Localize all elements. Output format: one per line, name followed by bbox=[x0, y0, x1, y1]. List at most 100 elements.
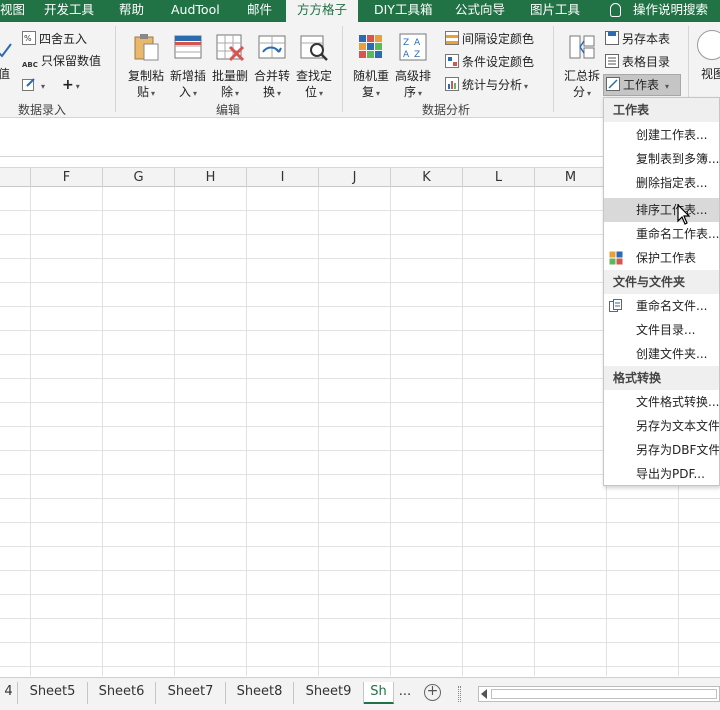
mouse-pointer-icon bbox=[677, 204, 691, 225]
advanced-sort-button[interactable]: Z A A Z 高级排 序 ▾ bbox=[391, 32, 435, 102]
tab-formula-wizard[interactable]: 公式向导 bbox=[455, 0, 505, 22]
tab-help[interactable]: 帮助 bbox=[119, 0, 144, 22]
grid-line bbox=[534, 187, 535, 676]
value-button-fragment[interactable]: 值 bbox=[0, 64, 10, 84]
sheet-tab[interactable]: Sheet9 bbox=[294, 682, 364, 704]
merge-convert-label-1: 合并转 bbox=[253, 69, 290, 83]
menu-item-save-as-dbf[interactable]: 另存为DBF文件 bbox=[604, 438, 719, 462]
menu-item-export-pdf[interactable]: 导出为PDF... bbox=[604, 462, 719, 485]
menu-item-file-format-convert[interactable]: 文件格式转换... bbox=[604, 390, 719, 414]
grid-line bbox=[318, 187, 319, 676]
tab-fangfang[interactable]: 方方格子 bbox=[286, 0, 358, 22]
summary-split-button[interactable]: 汇总拆 分 ▾ bbox=[560, 32, 604, 102]
grid-line bbox=[174, 187, 175, 676]
group-separator bbox=[115, 26, 116, 112]
sheet-tab[interactable]: Sheet5 bbox=[18, 682, 88, 704]
ribbon-tab-bar: 视图 开发工具 帮助 AudTool 邮件 方方格子 DIY工具箱 公式向导 图… bbox=[0, 0, 720, 22]
grid-line bbox=[246, 187, 247, 676]
worksheet-label: 工作表 bbox=[623, 78, 660, 92]
tell-me-search[interactable]: 操作说明搜索 bbox=[633, 0, 708, 22]
tab-picture-tools[interactable]: 图片工具 bbox=[530, 0, 580, 22]
column-header-i[interactable]: I bbox=[247, 168, 319, 187]
random-repeat-label-1: 随机重 bbox=[352, 69, 389, 83]
worksheet-icon bbox=[606, 77, 620, 91]
table-directory-button[interactable]: 表格目录 bbox=[605, 52, 670, 72]
round-label: 四舍五入 bbox=[39, 32, 88, 46]
group-label-data-entry: 数据录入 bbox=[18, 103, 67, 117]
lightbulb-icon bbox=[610, 3, 621, 17]
tab-splitter[interactable] bbox=[458, 686, 461, 702]
random-grid-icon bbox=[359, 35, 382, 58]
column-header-m[interactable]: M bbox=[535, 168, 607, 187]
tab-developer[interactable]: 开发工具 bbox=[44, 0, 94, 22]
sheet-tab[interactable]: Sheet6 bbox=[88, 682, 156, 704]
interval-color-button[interactable]: 间隔设定颜色 bbox=[445, 29, 534, 49]
sheet-tab-active[interactable]: Sh bbox=[364, 682, 394, 704]
summary-split-label-2: 分 bbox=[572, 85, 585, 99]
horizontal-scrollbar[interactable] bbox=[478, 686, 720, 702]
scrollbar-thumb[interactable] bbox=[491, 689, 717, 699]
menu-item-delete-sheets[interactable]: 删除指定表... bbox=[604, 171, 719, 195]
sheet-tab[interactable]: 4 bbox=[0, 682, 18, 704]
worksheet-menu: 工作表 创建工作表... 复制表到多簿... 删除指定表... 排序工作表...… bbox=[603, 97, 720, 486]
column-header-partial[interactable] bbox=[0, 168, 31, 187]
menu-item-protect-sheet[interactable]: 保护工作表 bbox=[604, 246, 719, 270]
menu-item-create-sheet[interactable]: 创建工作表... bbox=[604, 123, 719, 147]
column-header-f[interactable]: F bbox=[31, 168, 103, 187]
menu-item-rename-files[interactable]: 重命名文件... bbox=[604, 294, 719, 318]
condition-color-button[interactable]: 条件设定颜色 bbox=[445, 52, 534, 72]
insert-button[interactable]: 新增插 入 ▾ bbox=[166, 32, 210, 102]
add-sheet-icon[interactable]: + bbox=[424, 684, 441, 701]
worksheet-dropdown-button[interactable]: 工作表 ▾ bbox=[603, 74, 681, 96]
shield-icon bbox=[609, 251, 623, 265]
group-label-edit: 编辑 bbox=[216, 103, 241, 117]
summary-split-label-1: 汇总拆 bbox=[563, 69, 600, 83]
edit-dropdown-button[interactable]: ▾ bbox=[22, 75, 45, 95]
round-icon: % bbox=[22, 31, 36, 45]
column-header-k[interactable]: K bbox=[391, 168, 463, 187]
svg-text:%: % bbox=[24, 34, 32, 43]
column-header-g[interactable]: G bbox=[103, 168, 175, 187]
find-locate-label-1: 查找定 bbox=[295, 69, 332, 83]
svg-text:Z: Z bbox=[403, 38, 409, 48]
column-header-l[interactable]: L bbox=[463, 168, 535, 187]
find-locate-button[interactable]: 查找定 位 ▾ bbox=[292, 32, 336, 102]
sheet-more-button[interactable]: ... bbox=[396, 682, 414, 704]
svg-text:Z: Z bbox=[414, 50, 420, 60]
random-repeat-button[interactable]: 随机重 复 ▾ bbox=[349, 32, 393, 102]
column-header-h[interactable]: H bbox=[175, 168, 247, 187]
merge-convert-button[interactable]: 合并转 换 ▾ bbox=[250, 32, 294, 102]
view-button[interactable]: 视图 bbox=[701, 64, 720, 84]
sort-az-icon: Z A A Z bbox=[399, 33, 427, 61]
find-magnifier-icon bbox=[300, 35, 328, 61]
keep-values-button[interactable]: ABC 只保留数值 bbox=[22, 51, 101, 71]
svg-text:A: A bbox=[414, 38, 421, 48]
menu-item-copy-to-workbooks[interactable]: 复制表到多簿... bbox=[604, 147, 719, 171]
menu-item-rename-sheets[interactable]: 重命名工作表... bbox=[604, 222, 719, 246]
grid-line bbox=[30, 187, 31, 676]
menu-item-create-folders[interactable]: 创建文件夹... bbox=[604, 342, 719, 366]
column-header-j[interactable]: J bbox=[319, 168, 391, 187]
insert-rows-icon bbox=[174, 35, 202, 59]
menu-item-protect-sheet-label: 保护工作表 bbox=[636, 251, 697, 265]
advanced-sort-label-1: 高级排 bbox=[394, 69, 431, 83]
statistics-button[interactable]: 统计与分析 ▾ bbox=[445, 75, 528, 95]
save-sheet-as-button[interactable]: 另存本表 bbox=[605, 29, 670, 49]
batch-delete-button[interactable]: 批量删 除 ▾ bbox=[208, 32, 252, 102]
menu-item-save-as-text[interactable]: 另存为文本文件 bbox=[604, 414, 719, 438]
tab-diy-toolbox[interactable]: DIY工具箱 bbox=[374, 0, 432, 22]
tab-view[interactable]: 视图 bbox=[0, 0, 25, 22]
tab-audtool[interactable]: AudTool bbox=[171, 0, 220, 22]
copy-paste-button[interactable]: 复制粘 贴 ▾ bbox=[124, 32, 168, 102]
scroll-left-icon[interactable] bbox=[481, 689, 487, 699]
plus-dropdown-button[interactable]: + ▾ bbox=[62, 75, 80, 95]
sheet-tab[interactable]: Sheet8 bbox=[226, 682, 294, 704]
menu-item-sort-sheets[interactable]: 排序工作表... bbox=[604, 198, 719, 222]
menu-item-file-directory[interactable]: 文件目录... bbox=[604, 318, 719, 342]
round-button[interactable]: % 四舍五入 bbox=[22, 29, 87, 49]
condition-color-label: 条件设定颜色 bbox=[462, 55, 535, 69]
sheet-tab[interactable]: Sheet7 bbox=[156, 682, 226, 704]
tab-mail[interactable]: 邮件 bbox=[247, 0, 272, 22]
svg-text:A: A bbox=[403, 50, 410, 60]
merge-convert-label-2: 换 bbox=[262, 85, 275, 99]
